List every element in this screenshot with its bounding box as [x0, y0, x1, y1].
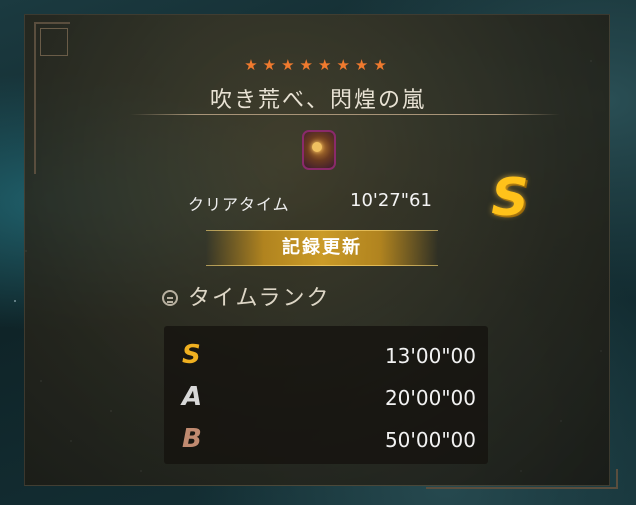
rank-letter: S: [182, 340, 201, 370]
rank-row-b: B 50'00"00: [164, 420, 488, 460]
time-rank-table: S 13'00"00 A 20'00"00 B 50'00"00: [164, 326, 488, 464]
rank-threshold-time: 13'00"00: [384, 344, 476, 368]
rank-threshold-time: 50'00"00: [384, 428, 476, 452]
rank-row-s: S 13'00"00: [164, 336, 488, 376]
background-speck: [14, 300, 16, 302]
new-record-banner: 記録更新: [206, 230, 438, 266]
quest-title: 吹き荒べ、閃煌の嵐: [209, 88, 426, 113]
rank-row-a: A 20'00"00: [164, 378, 488, 418]
achieved-rank-badge: S: [491, 168, 529, 228]
rank-threshold-time: 20'00"00: [384, 386, 476, 410]
clear-time-value: 10'27"61: [350, 190, 432, 211]
monster-icon: [302, 130, 336, 170]
frame-corner-ornament: [426, 469, 618, 489]
time-rank-header: タイムランク: [188, 286, 331, 311]
rank-letter: B: [182, 424, 202, 454]
title-divider: [130, 114, 560, 115]
rank-list-icon: [162, 290, 178, 306]
new-record-label: 記録更新: [282, 237, 362, 258]
clear-time-label: クリアタイム: [188, 195, 290, 214]
quest-difficulty-stars: ★★★★★★★★: [244, 56, 392, 74]
rank-letter: A: [182, 382, 203, 412]
